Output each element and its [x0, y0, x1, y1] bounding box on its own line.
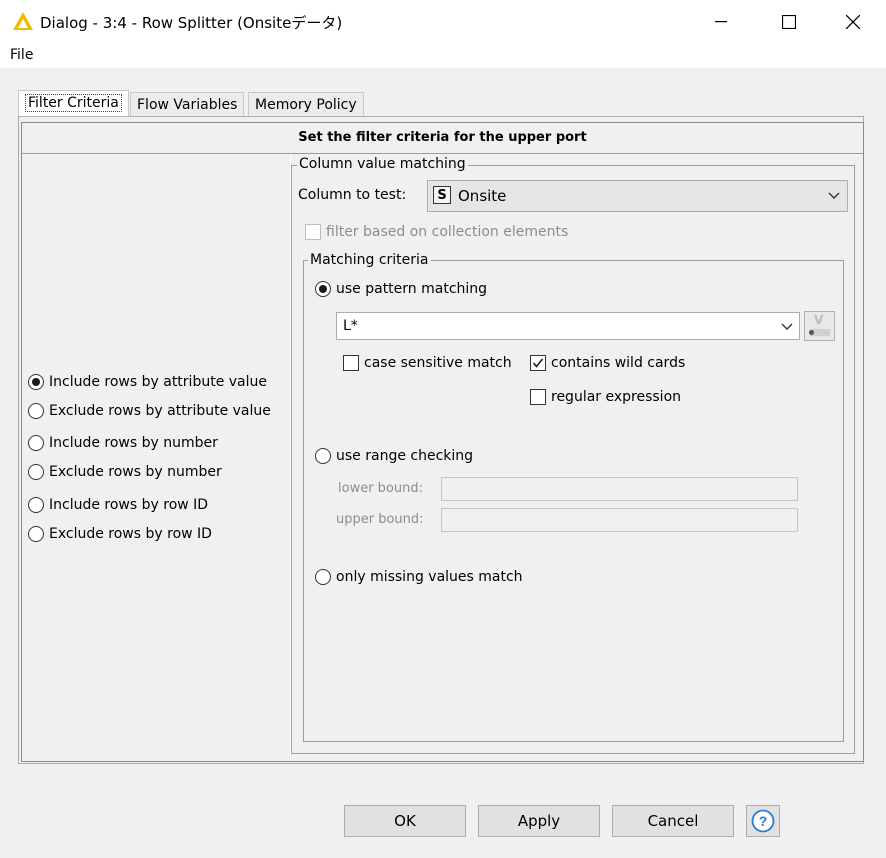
- radio-label: Include rows by row ID: [49, 497, 209, 513]
- upper-bound-label: upper bound:: [336, 512, 424, 527]
- knime-triangle-icon: [13, 12, 33, 30]
- radio-exclude-rowid[interactable]: Exclude rows by row ID: [28, 526, 212, 542]
- tab-label: Flow Variables: [137, 97, 238, 113]
- string-type-icon: S: [433, 186, 451, 204]
- cancel-button[interactable]: Cancel: [612, 805, 734, 837]
- checkbox[interactable]: [343, 355, 359, 371]
- radio-button[interactable]: [28, 435, 44, 451]
- tab-label: Filter Criteria: [25, 94, 122, 112]
- help-icon: ?: [751, 809, 775, 833]
- radio-label: Exclude rows by attribute value: [49, 403, 271, 419]
- case-sensitive-checkbox[interactable]: case sensitive match: [343, 355, 512, 371]
- radio-include-rowid[interactable]: Include rows by row ID: [28, 497, 208, 513]
- checkbox[interactable]: [530, 355, 546, 371]
- radio-button[interactable]: [28, 464, 44, 480]
- radio-label: Exclude rows by row ID: [49, 526, 212, 542]
- radio-button[interactable]: [315, 281, 331, 297]
- chevron-down-icon: [828, 192, 840, 199]
- flow-variable-button[interactable]: V: [804, 311, 835, 341]
- column-select-value: Onsite: [458, 187, 507, 205]
- radio-label: Exclude rows by number: [49, 464, 222, 480]
- radio-button[interactable]: [315, 569, 331, 585]
- button-label: OK: [394, 812, 416, 830]
- radio-exclude-attribute[interactable]: Exclude rows by attribute value: [28, 403, 271, 419]
- radio-button[interactable]: [28, 526, 44, 542]
- help-button[interactable]: ?: [746, 805, 780, 837]
- checkbox-label: regular expression: [551, 389, 682, 405]
- radio-button[interactable]: [28, 403, 44, 419]
- checkbox[interactable]: [530, 389, 546, 405]
- checkbox[interactable]: [305, 224, 321, 240]
- regex-checkbox[interactable]: regular expression: [530, 389, 681, 405]
- checkmark-icon: [532, 358, 544, 368]
- minimize-icon: [715, 21, 727, 23]
- tab-flow-variables[interactable]: Flow Variables: [130, 92, 245, 117]
- radio-label: only missing values match: [336, 569, 523, 585]
- column-select[interactable]: S Onsite: [427, 180, 848, 212]
- close-button[interactable]: [830, 0, 876, 44]
- radio-range-checking[interactable]: use range checking: [315, 448, 473, 464]
- lower-bound-input[interactable]: [441, 477, 798, 501]
- checkbox-label: contains wild cards: [551, 355, 686, 371]
- radio-exclude-number[interactable]: Exclude rows by number: [28, 464, 222, 480]
- wildcards-checkbox[interactable]: contains wild cards: [530, 355, 685, 371]
- filter-collection-checkbox[interactable]: filter based on collection elements: [305, 224, 568, 240]
- group-legend: Matching criteria: [308, 252, 431, 268]
- panel-header-text: Set the filter criteria for the upper po…: [298, 130, 587, 145]
- menu-file[interactable]: File: [10, 47, 33, 63]
- group-legend: Column value matching: [297, 156, 468, 172]
- radio-pattern-matching[interactable]: use pattern matching: [315, 281, 487, 297]
- flow-variable-icon: V: [814, 313, 824, 327]
- checkbox-label: filter based on collection elements: [326, 224, 569, 240]
- pattern-value: L*: [343, 318, 358, 334]
- radio-missing-values[interactable]: only missing values match: [315, 569, 523, 585]
- button-label: Cancel: [647, 812, 699, 830]
- radio-include-number[interactable]: Include rows by number: [28, 435, 218, 451]
- radio-button[interactable]: [28, 497, 44, 513]
- radio-label: use range checking: [336, 448, 474, 464]
- maximize-button[interactable]: [766, 0, 812, 44]
- pattern-combo[interactable]: L*: [336, 312, 800, 340]
- lower-bound-label: lower bound:: [338, 481, 423, 496]
- radio-include-attribute[interactable]: Include rows by attribute value: [28, 374, 267, 390]
- radio-label: use pattern matching: [336, 281, 488, 297]
- close-icon: [846, 15, 860, 29]
- checkbox-label: case sensitive match: [364, 355, 512, 371]
- radio-button[interactable]: [315, 448, 331, 464]
- menu-bar: [0, 44, 886, 68]
- tab-filter-criteria[interactable]: Filter Criteria: [18, 90, 129, 117]
- tab-label: Memory Policy: [255, 97, 357, 113]
- ok-button[interactable]: OK: [344, 805, 466, 837]
- radio-label: Include rows by number: [49, 435, 218, 451]
- apply-button[interactable]: Apply: [478, 805, 600, 837]
- button-label: Apply: [517, 812, 561, 830]
- tab-memory-policy[interactable]: Memory Policy: [248, 92, 364, 117]
- chevron-down-icon: [781, 323, 793, 330]
- minimize-button[interactable]: [698, 0, 744, 44]
- upper-bound-input[interactable]: [441, 508, 798, 532]
- radio-label: Include rows by attribute value: [49, 374, 267, 390]
- window-title: Dialog - 3:4 - Row Splitter (Onsiteデータ): [40, 14, 343, 32]
- column-to-test-label: Column to test:: [298, 187, 407, 203]
- maximize-icon: [782, 15, 796, 29]
- svg-text:?: ?: [759, 813, 768, 829]
- radio-button[interactable]: [28, 374, 44, 390]
